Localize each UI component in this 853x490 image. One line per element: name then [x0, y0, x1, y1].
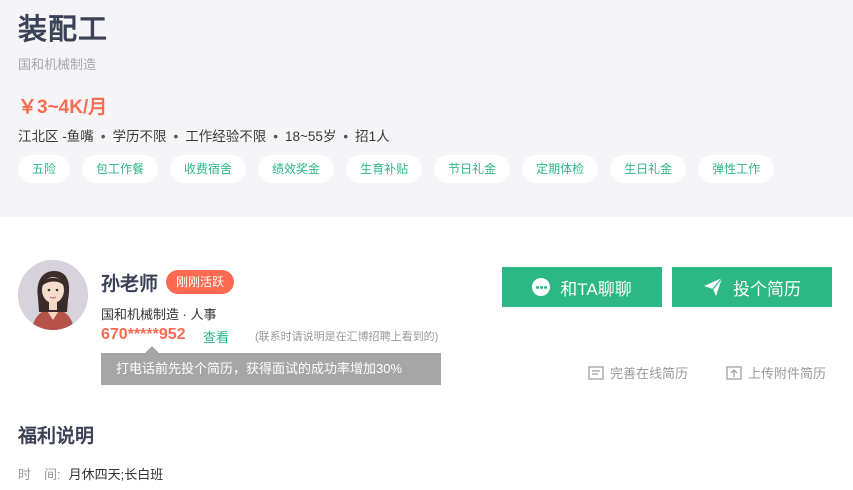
tooltip-arrow — [145, 346, 159, 353]
contact-section: 孙老师 刚刚活跃 国和机械制造 · 人事 670*****952 查看 (联系时… — [0, 217, 853, 490]
complete-resume-label: 完善在线简历 — [610, 366, 689, 381]
chat-button[interactable]: 和TA聊聊 — [502, 267, 662, 307]
recruiter-avatar-icon — [18, 260, 88, 330]
apply-tip-tooltip: 打电话前先投个简历，获得面试的成功率增加30% — [101, 353, 441, 385]
phone-note: (联系时请说明是在汇博招聘上看到的) — [255, 331, 439, 343]
job-requirements: 江北区 -鱼嘴 • 学历不限 • 工作经验不限 • 18~55岁 • 招1人 — [18, 129, 390, 144]
avatar — [18, 260, 88, 330]
recruiter-company-role: 国和机械制造 · 人事 — [101, 307, 217, 322]
complete-resume-link[interactable]: 完善在线简历 — [588, 363, 688, 382]
job-header: 装配工 国和机械制造 ￥3~4K/月 江北区 -鱼嘴 • 学历不限 • 工作经验不限 • 1… — [0, 0, 853, 217]
recruiter-name: 孙老师 — [101, 274, 159, 295]
phone-number: 670*****952 — [101, 326, 186, 343]
requirement-education: 学历不限 — [112, 129, 167, 144]
benefit-tag: 弹性工作 — [698, 155, 775, 183]
active-status-badge: 刚刚活跃 — [166, 270, 235, 294]
job-title: 装配工 — [18, 14, 109, 46]
benefit-tag: 包工作餐 — [82, 155, 159, 183]
upload-resume-label: 上传附件简历 — [748, 366, 827, 381]
chat-button-label: 和TA聊聊 — [560, 279, 632, 299]
company-name[interactable]: 国和机械制造 — [18, 54, 96, 73]
benefit-tag: 五险 — [18, 155, 71, 183]
document-icon — [588, 365, 604, 380]
benefit-tags: 五险 包工作餐 收费宿舍 绩效奖金 生育补贴 节日礼金 定期体检 生日礼金 弹性… — [18, 155, 775, 183]
upload-resume-link[interactable]: 上传附件简历 — [726, 363, 826, 382]
benefit-tag: 收费宿舍 — [170, 155, 247, 183]
work-time-row: 时 间: 月休四天;长白班 — [18, 464, 163, 483]
requirement-location: 江北区 -鱼嘴 — [18, 129, 94, 144]
requirement-headcount: 招1人 — [355, 129, 390, 144]
upload-icon — [726, 365, 742, 380]
send-resume-label: 投个简历 — [733, 279, 801, 299]
benefit-tag: 绩效奖金 — [258, 155, 335, 183]
send-resume-button[interactable]: 投个简历 — [672, 267, 832, 307]
benefits-heading: 福利说明 — [18, 426, 95, 447]
benefit-tag: 生育补贴 — [346, 155, 423, 183]
benefit-tag: 节日礼金 — [434, 155, 511, 183]
work-time-value: 月休四天;长白班 — [68, 467, 164, 482]
paper-plane-icon — [704, 277, 723, 296]
requirement-experience: 工作经验不限 — [185, 129, 267, 144]
benefit-tag: 定期体检 — [522, 155, 599, 183]
view-phone-link[interactable]: 查看 — [203, 327, 229, 346]
salary: ￥3~4K/月 — [18, 97, 108, 118]
work-time-label: 时 间: — [18, 467, 61, 482]
benefit-tag: 生日礼金 — [610, 155, 687, 183]
chat-bubble-icon — [532, 278, 551, 296]
requirement-age: 18~55岁 — [284, 129, 337, 144]
